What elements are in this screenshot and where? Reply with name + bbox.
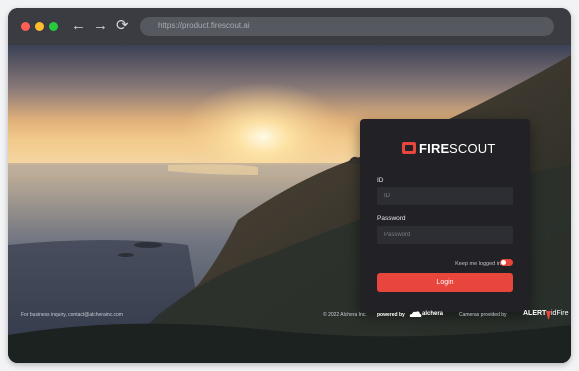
keep-logged-in-label: Keep me logged in	[455, 261, 501, 267]
password-input[interactable]	[377, 226, 513, 244]
alchera-logo-text: alchera	[422, 311, 444, 317]
login-button[interactable]: Login	[377, 273, 513, 292]
id-input[interactable]	[377, 187, 513, 205]
brand-name-light: SCOUT	[449, 141, 496, 156]
arrow-right-icon[interactable]: →	[93, 17, 108, 35]
powered-by-text: powered by	[377, 312, 405, 318]
browser-window: ← → ⟳ https://product.firescout.ai FIRE …	[8, 8, 571, 363]
maximize-window-dot[interactable]	[49, 22, 58, 31]
alert-logo-text: ALERT	[523, 310, 547, 317]
page-viewport: FIRE SCOUT ID Password Keep me logged in…	[8, 45, 571, 363]
arrow-left-icon[interactable]: ←	[71, 17, 86, 35]
business-inquiry-text: For business inquiry, contact@alcherainc…	[21, 312, 123, 318]
browser-toolbar: ← → ⟳ https://product.firescout.ai	[8, 8, 571, 45]
copyright-text: © 2022 Alchera Inc.	[323, 312, 367, 318]
reload-icon[interactable]: ⟳	[116, 17, 129, 35]
address-bar[interactable]: https://product.firescout.ai	[140, 17, 554, 36]
firescout-logo-icon	[402, 142, 416, 154]
minimize-window-dot[interactable]	[35, 22, 44, 31]
vidfire-logo-text: idFire	[551, 310, 569, 317]
brand-name-bold: FIRE	[419, 141, 450, 156]
firescout-logo: FIRE SCOUT	[402, 141, 512, 157]
id-label: ID	[377, 177, 384, 184]
password-label: Password	[377, 215, 406, 222]
address-bar-url: https://product.firescout.ai	[158, 21, 250, 30]
keep-logged-in-toggle[interactable]	[500, 259, 513, 266]
cameras-provided-text: Cameras provided by	[459, 312, 507, 318]
close-window-dot[interactable]	[21, 22, 30, 31]
login-panel: FIRE SCOUT ID Password Keep me logged in…	[360, 119, 530, 312]
cloud-icon	[409, 311, 422, 317]
